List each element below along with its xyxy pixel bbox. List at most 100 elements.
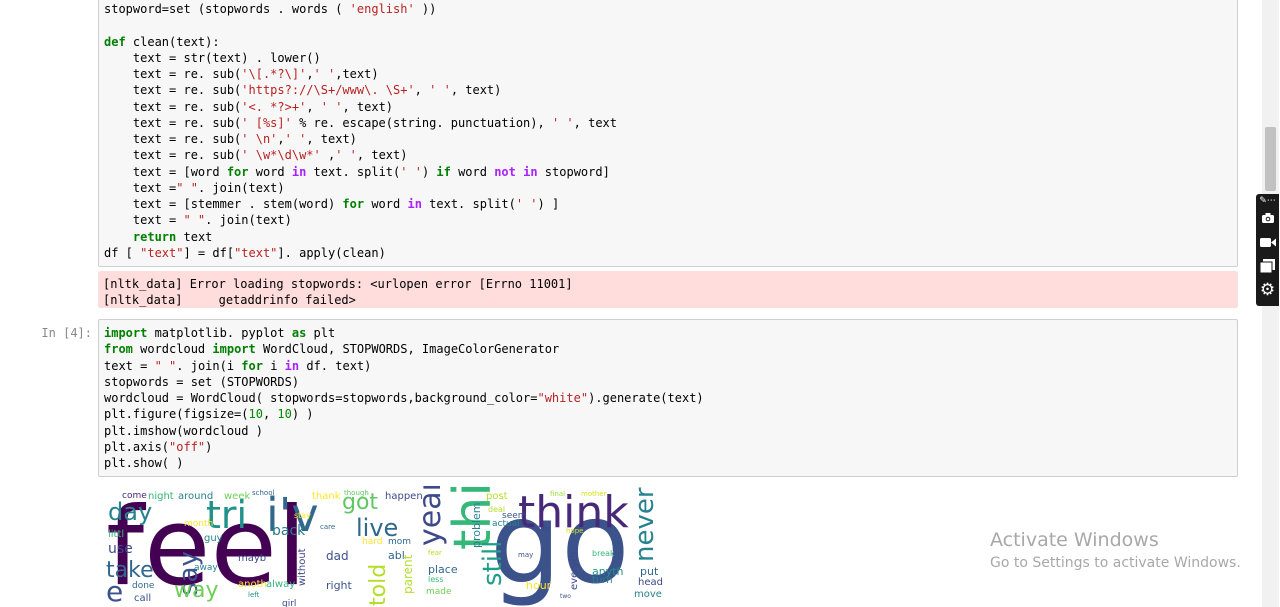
code-line[interactable]: text =" ". join(text) [104, 180, 1237, 196]
wordcloud-word: mother [581, 490, 607, 498]
wordcloud-word: told [366, 563, 391, 606]
wordcloud-image: feelgothinki'vtrithingdaylivegotyearstil… [98, 486, 664, 607]
code-line[interactable]: text = re. sub('\[.*?\]',' ',text) [104, 66, 1237, 82]
wordcloud-word: around [178, 491, 214, 502]
wordcloud-word: school [252, 489, 275, 497]
wordcloud-word: post [486, 491, 508, 502]
code-line[interactable]: stopword=set (stopwords . words ( 'engli… [104, 1, 1237, 17]
code-line[interactable]: stopwords = set (STOPWORDS) [104, 374, 1237, 390]
wordcloud-word: dad [326, 549, 349, 563]
wordcloud-word: care [320, 523, 336, 531]
windows-icon[interactable] [1256, 256, 1279, 276]
code-line[interactable]: plt.figure(figsize=(10, 10) ) [104, 406, 1237, 422]
wordcloud-word: guy [204, 533, 223, 544]
wordcloud-word: head [638, 577, 663, 588]
code-line[interactable]: text = re. sub(' \w*\d\w*' ,' ', text) [104, 147, 1237, 163]
wordcloud-word: may [518, 551, 534, 559]
code-editor[interactable]: stopword=set (stopwords . words ( 'engli… [99, 0, 1237, 261]
code-line[interactable]: from wordcloud import WordCloud, STOPWOR… [104, 341, 1237, 357]
camera-icon[interactable] [1256, 208, 1279, 228]
wordcloud-word: hour [526, 579, 552, 592]
code-line[interactable] [104, 17, 1237, 33]
wordcloud-word: happen [385, 491, 423, 502]
wordcloud-word: place [428, 563, 458, 576]
wordcloud-word: problem [470, 502, 483, 548]
wordcloud-word: last [538, 525, 551, 533]
wordcloud-word: call [134, 593, 152, 604]
wordcloud-word: night [148, 491, 174, 502]
error-text: [nltk_data] Error loading stopwords: <ur… [98, 271, 1238, 308]
code-line[interactable]: def clean(text): [104, 34, 1237, 50]
wordcloud-word: stay [294, 511, 311, 520]
wordcloud-word: turn [592, 575, 613, 586]
code-line[interactable]: text = str(text) . lower() [104, 50, 1237, 66]
code-line[interactable]: text = " ". join(i for i in df. text) [104, 358, 1237, 374]
code-line[interactable]: plt.imshow(wordcloud ) [104, 423, 1237, 439]
wordcloud-word: without [297, 548, 308, 586]
wordcloud-word: everyth [569, 551, 580, 590]
code-line[interactable]: return text [104, 229, 1237, 245]
wordcloud-word: deal [488, 505, 506, 514]
scrollbar-thumb[interactable] [1265, 127, 1276, 191]
settings-icon[interactable]: ⚙ [1256, 280, 1279, 300]
wordcloud-word: put [640, 565, 659, 578]
wordcloud-word: day [108, 498, 153, 526]
code-line[interactable]: text = re. sub('https?://\S+/www\. \S+',… [104, 82, 1237, 98]
wordcloud-word: week [224, 491, 251, 502]
wordcloud-word: left [248, 591, 260, 599]
notebook: stopword=set (stopwords . words ( 'engli… [0, 0, 1280, 607]
error-output: [nltk_data] Error loading stopwords: <ur… [98, 271, 1238, 308]
wordcloud-word: though [344, 489, 369, 497]
code-line[interactable]: text = " ". join(text) [104, 212, 1237, 228]
code-line[interactable]: df [ "text"] = df["text"]. apply(clean) [104, 245, 1237, 261]
code-line[interactable]: text = re. sub('<. *?>+', ' ', text) [104, 99, 1237, 115]
code-line[interactable]: text = re. sub(' \n',' ', text) [104, 131, 1237, 147]
activate-windows-title: Activate Windows [990, 529, 1159, 551]
wordcloud-word: thank [312, 491, 341, 502]
code-line[interactable]: text = re. sub(' [%s]' % re. escape(stri… [104, 115, 1237, 131]
code-line[interactable]: plt.show( ) [104, 455, 1237, 471]
wordcloud-word: e [106, 575, 124, 607]
code-line[interactable]: text = [word for word in text. split(' '… [104, 164, 1237, 180]
wordcloud-word: right [326, 579, 352, 592]
wordcloud-word: seem [502, 511, 527, 521]
wordcloud-word: mom [388, 537, 412, 547]
wordcloud-word: hard [362, 537, 383, 547]
wordcloud-word: final [550, 490, 566, 498]
wordcloud-word: still [478, 540, 508, 586]
code-line[interactable]: text = [stemmer . stem(word) for word in… [104, 196, 1237, 212]
error-line: [nltk_data] Error loading stopwords: <ur… [103, 277, 573, 291]
wordcloud-word: two [560, 593, 571, 600]
wordcloud-word: back [272, 523, 306, 539]
wordcloud-word: girl [282, 599, 297, 607]
wordcloud-word: come [122, 491, 147, 501]
wordcloud-word: anoth [238, 579, 267, 590]
wordcloud-word: mayb [238, 553, 267, 564]
floating-toolbar: ✎⋯ ⚙ [1256, 194, 1279, 306]
code-cell-stopwords[interactable]: stopword=set (stopwords . words ( 'engli… [98, 0, 1238, 267]
video-icon[interactable] [1256, 232, 1279, 252]
wordcloud-word: use [108, 541, 133, 557]
wordcloud-word: parent [401, 554, 415, 594]
wordcloud-word: month [184, 519, 214, 529]
wordcloud-word: alway [266, 579, 296, 590]
activate-windows-subtitle: Go to Settings to activate Windows. [990, 555, 1241, 571]
wordcloud-word: away [194, 563, 218, 573]
wordcloud-word: done [132, 581, 155, 591]
wordcloud-word: break [592, 549, 615, 558]
wordcloud-word: fear [428, 549, 442, 557]
code-line[interactable]: plt.axis("off") [104, 439, 1237, 455]
wordcloud-word: hope [566, 527, 584, 535]
code-cell-wordcloud[interactable]: import matplotlib. pyplot as plt from wor… [98, 319, 1238, 477]
wordcloud-word: way [174, 578, 219, 603]
wordcloud-word: move [634, 589, 662, 600]
wordcloud-word: less [428, 575, 444, 584]
wordcloud-word: littl [108, 529, 125, 540]
error-line: [nltk_data] getaddrinfo failed> [103, 293, 356, 307]
code-editor[interactable]: import matplotlib. pyplot as plt from wor… [99, 320, 1237, 471]
code-line[interactable]: wordcloud = WordCloud( stopwords=stopwor… [104, 390, 1237, 406]
wordcloud-word: actual [492, 519, 520, 529]
wordcloud-word: made [426, 587, 452, 597]
code-line[interactable]: import matplotlib. pyplot as plt [104, 325, 1237, 341]
edit-icon[interactable]: ✎⋯ [1256, 194, 1279, 208]
